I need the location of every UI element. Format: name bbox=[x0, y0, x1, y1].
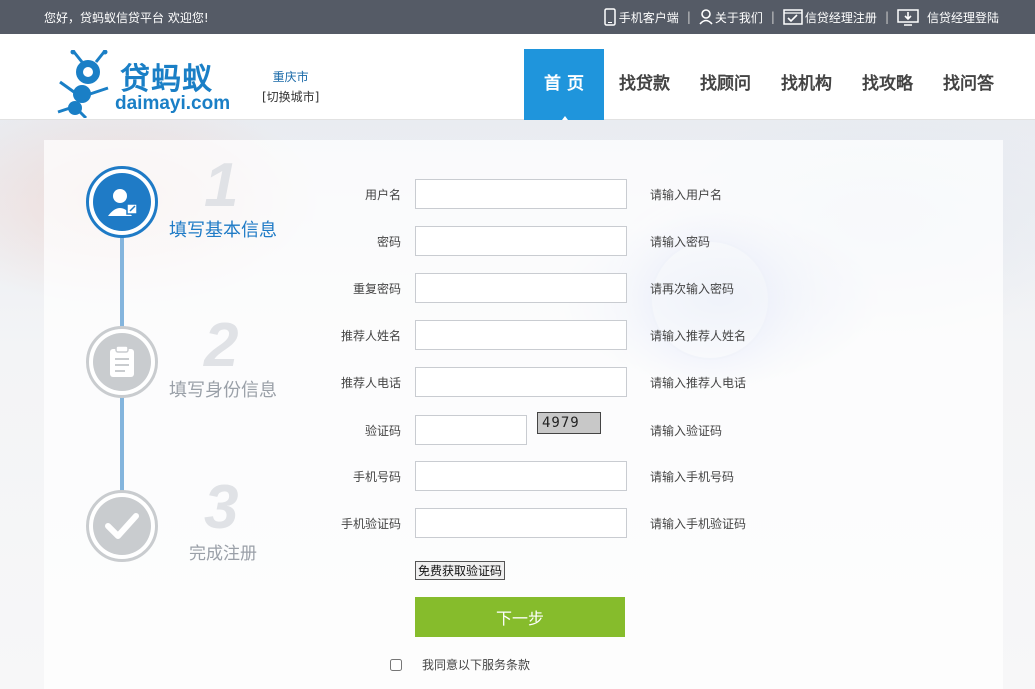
user-edit-icon bbox=[108, 189, 138, 216]
step-3-inner bbox=[93, 497, 151, 555]
login-icon bbox=[897, 9, 919, 26]
manager-register-link[interactable]: 信贷经理注册 bbox=[783, 9, 877, 26]
referrer-name-label: 推荐人姓名 bbox=[340, 329, 401, 343]
current-city: 重庆市 bbox=[272, 70, 309, 84]
username-label: 用户名 bbox=[364, 188, 401, 202]
step-1-circle bbox=[86, 166, 158, 238]
top-bar: 您好，贷蚂蚁信贷平台 欢迎您! 手机客户端 | 关于我们 | 信贷经理注册 | … bbox=[0, 0, 1035, 34]
about-us-link[interactable]: 关于我们 bbox=[699, 9, 763, 26]
referrer-phone-input[interactable] bbox=[415, 367, 627, 397]
password-input[interactable] bbox=[415, 226, 627, 256]
nav-find-guide[interactable]: 找攻略 bbox=[847, 49, 928, 120]
agree-terms-label: 我同意以下服务条款 bbox=[422, 658, 531, 672]
password-hint: 请输入密码 bbox=[650, 235, 711, 249]
mobile-icon bbox=[604, 8, 616, 26]
step-2-number: 2 bbox=[204, 311, 239, 380]
mobile-client-link[interactable]: 手机客户端 bbox=[603, 8, 679, 26]
field-row-repeat-password: 重复密码 请再次输入密码 bbox=[300, 273, 760, 303]
mobile-label: 手机号码 bbox=[352, 470, 401, 484]
referrer-name-input[interactable] bbox=[415, 320, 627, 350]
nav-find-institution[interactable]: 找机构 bbox=[766, 49, 847, 120]
captcha-hint: 请输入验证码 bbox=[650, 424, 723, 438]
site-header: 贷蚂蚁 daimayi.com 重庆市 [切换城市] 首 页 找贷款 找顾问 找… bbox=[0, 34, 1035, 120]
password-label: 密码 bbox=[376, 235, 401, 249]
register-icon bbox=[783, 9, 803, 25]
switch-city-link[interactable]: [切换城市] bbox=[262, 87, 319, 107]
step-3-label: 完成注册 bbox=[189, 544, 257, 564]
referrer-phone-label: 推荐人电话 bbox=[340, 376, 401, 390]
step-2-label: 填写身份信息 bbox=[169, 380, 277, 401]
repeat-password-input[interactable] bbox=[415, 273, 627, 303]
username-hint: 请输入用户名 bbox=[650, 188, 723, 202]
field-row-referrer-name: 推荐人姓名 请输入推荐人姓名 bbox=[300, 320, 760, 350]
separator: | bbox=[686, 10, 691, 24]
step-2-inner bbox=[93, 333, 151, 391]
username-input[interactable] bbox=[415, 179, 627, 209]
field-row-sms-code: 手机验证码 请输入手机验证码 bbox=[300, 508, 760, 538]
get-sms-code-button[interactable]: 免费获取验证码 bbox=[415, 561, 506, 580]
mobile-hint: 请输入手机号码 bbox=[650, 470, 735, 484]
manager-login-link[interactable]: 信贷经理登陆 bbox=[897, 8, 999, 26]
repeat-password-hint: 请再次输入密码 bbox=[650, 282, 735, 296]
step-1-inner bbox=[93, 173, 151, 231]
referrer-phone-hint: 请输入推荐人电话 bbox=[650, 376, 747, 390]
separator: | bbox=[770, 10, 775, 24]
field-row-mobile: 手机号码 请输入手机号码 bbox=[300, 461, 760, 491]
step-2-circle bbox=[86, 326, 158, 398]
logo-text-cn: 贷蚂蚁 bbox=[120, 62, 213, 97]
agree-terms-checkbox[interactable] bbox=[390, 658, 402, 671]
manager-login-label: 信贷经理登陆 bbox=[926, 10, 999, 25]
nav-find-advisor[interactable]: 找顾问 bbox=[685, 49, 766, 120]
main-nav: 首 页 找贷款 找顾问 找机构 找攻略 找问答 bbox=[524, 49, 1009, 120]
field-row-referrer-phone: 推荐人电话 请输入推荐人电话 bbox=[300, 367, 760, 397]
sms-code-input[interactable] bbox=[415, 508, 627, 538]
separator: | bbox=[884, 10, 889, 24]
captcha-image[interactable]: 4979 bbox=[537, 412, 601, 434]
step-3-number: 3 bbox=[204, 473, 239, 542]
field-row-username: 用户名 请输入用户名 bbox=[300, 179, 760, 209]
manager-register-label: 信贷经理注册 bbox=[804, 10, 877, 25]
nav-home[interactable]: 首 页 bbox=[524, 49, 604, 120]
sms-code-hint: 请输入手机验证码 bbox=[650, 517, 747, 531]
agree-terms[interactable]: 我同意以下服务条款 bbox=[390, 656, 530, 673]
ant-logo-icon bbox=[57, 50, 109, 118]
welcome-text: 您好，贷蚂蚁信贷平台 欢迎您! bbox=[44, 11, 209, 25]
field-row-captcha: 验证码 4979 请输入验证码 bbox=[300, 412, 760, 445]
referrer-name-hint: 请输入推荐人姓名 bbox=[650, 329, 747, 343]
mobile-client-label: 手机客户端 bbox=[618, 10, 679, 25]
step-1-label: 填写基本信息 bbox=[169, 220, 277, 241]
next-step-button[interactable]: 下一步 bbox=[415, 597, 625, 637]
captcha-input[interactable] bbox=[415, 415, 527, 445]
city-selector: 重庆市 [切换城市] bbox=[262, 67, 319, 107]
captcha-label: 验证码 bbox=[364, 424, 401, 438]
step-1-number: 1 bbox=[204, 151, 239, 220]
mobile-input[interactable] bbox=[415, 461, 627, 491]
nav-find-qa[interactable]: 找问答 bbox=[928, 49, 1009, 120]
top-links: 手机客户端 | 关于我们 | 信贷经理注册 | 信贷经理登陆 bbox=[603, 6, 999, 28]
field-row-password: 密码 请输入密码 bbox=[300, 226, 760, 256]
logo-text-en: daimayi.com bbox=[115, 93, 231, 114]
about-us-label: 关于我们 bbox=[714, 10, 763, 25]
sms-code-label: 手机验证码 bbox=[340, 517, 401, 531]
repeat-password-label: 重复密码 bbox=[352, 282, 401, 296]
user-icon bbox=[699, 9, 713, 25]
document-icon bbox=[110, 345, 134, 377]
step-3-circle bbox=[86, 490, 158, 562]
nav-find-loan[interactable]: 找贷款 bbox=[604, 49, 685, 120]
checkmark-icon bbox=[105, 513, 139, 539]
